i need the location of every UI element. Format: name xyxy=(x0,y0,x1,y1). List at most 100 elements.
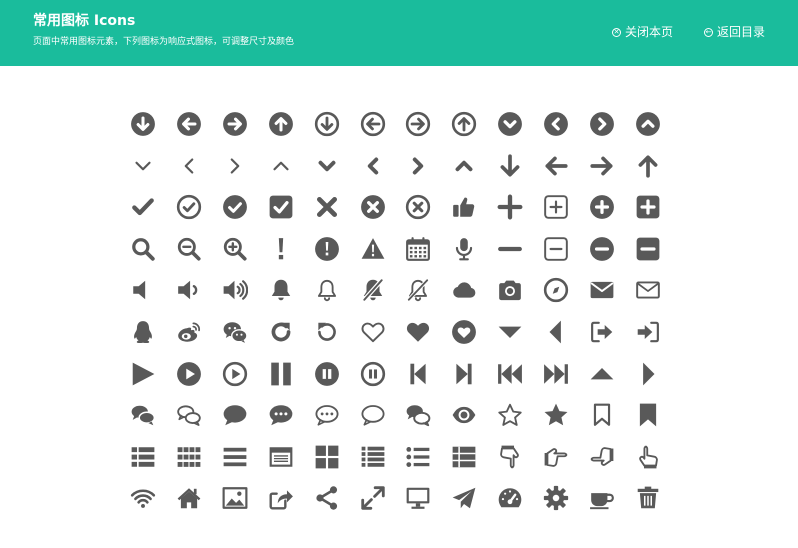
redo-icon[interactable] xyxy=(264,315,298,349)
caret-up-icon[interactable] xyxy=(585,357,619,391)
minus-square-outline-icon[interactable] xyxy=(539,232,573,266)
list-alt-icon[interactable] xyxy=(356,440,390,474)
times-icon[interactable] xyxy=(310,190,344,224)
bell-slash-outline-icon[interactable] xyxy=(401,273,435,307)
caret-left-icon[interactable] xyxy=(539,315,573,349)
step-backward-icon[interactable] xyxy=(401,357,435,391)
desktop-icon[interactable] xyxy=(401,481,435,515)
step-forward-icon[interactable] xyxy=(447,357,481,391)
share-square-icon[interactable] xyxy=(264,481,298,515)
plus-square-icon[interactable] xyxy=(631,190,665,224)
calendar-icon[interactable] xyxy=(401,232,435,266)
exclamation-triangle-icon[interactable] xyxy=(356,232,390,266)
hand-right-icon[interactable] xyxy=(539,440,573,474)
list-icon[interactable] xyxy=(126,440,160,474)
zoom-in-icon[interactable] xyxy=(218,232,252,266)
plus-circle-icon[interactable] xyxy=(585,190,619,224)
browser-icon[interactable] xyxy=(264,440,298,474)
arrow-right-circle-outline-icon[interactable] xyxy=(401,107,435,141)
comments-alt-icon[interactable] xyxy=(401,398,435,432)
pause-circle-icon[interactable] xyxy=(310,357,344,391)
arrow-left-icon[interactable] xyxy=(539,149,573,183)
grid-list-icon[interactable] xyxy=(172,440,206,474)
exclamation-icon[interactable] xyxy=(264,232,298,266)
trash-icon[interactable] xyxy=(631,481,665,515)
pause-icon[interactable] xyxy=(264,357,298,391)
bookmark-icon[interactable] xyxy=(631,398,665,432)
volume-off-icon[interactable] xyxy=(126,273,160,307)
chevron-left-circle-icon[interactable] xyxy=(539,107,573,141)
bookmark-outline-icon[interactable] xyxy=(585,398,619,432)
envelope-icon[interactable] xyxy=(585,273,619,307)
arrow-up-circle-icon[interactable] xyxy=(264,107,298,141)
comment-icon[interactable] xyxy=(218,398,252,432)
plus-square-outline-icon[interactable] xyxy=(539,190,573,224)
weibo-icon[interactable] xyxy=(172,315,206,349)
volume-down-icon[interactable] xyxy=(172,273,206,307)
home-icon[interactable] xyxy=(172,481,206,515)
fast-backward-icon[interactable] xyxy=(493,357,527,391)
list-ul-icon[interactable] xyxy=(401,440,435,474)
bell-slash-icon[interactable] xyxy=(356,273,390,307)
cloud-icon[interactable] xyxy=(447,273,481,307)
image-icon[interactable] xyxy=(218,481,252,515)
eye-icon[interactable] xyxy=(447,398,481,432)
caret-down-icon[interactable] xyxy=(493,315,527,349)
th-list-icon[interactable] xyxy=(447,440,481,474)
comments-outline-icon[interactable] xyxy=(172,398,206,432)
coffee-icon[interactable] xyxy=(585,481,619,515)
wechat-icon[interactable] xyxy=(218,315,252,349)
chevron-right-bold-icon[interactable] xyxy=(401,149,435,183)
compass-icon[interactable] xyxy=(539,273,573,307)
search-icon[interactable] xyxy=(126,232,160,266)
back-to-index-button[interactable]: ← 返回目录 xyxy=(704,24,765,40)
wifi-icon[interactable] xyxy=(126,481,160,515)
chevron-down-icon[interactable] xyxy=(126,149,160,183)
th-large-icon[interactable] xyxy=(310,440,344,474)
chevron-right-icon[interactable] xyxy=(218,149,252,183)
hand-down-icon[interactable] xyxy=(493,440,527,474)
caret-right-icon[interactable] xyxy=(631,357,665,391)
chevron-down-bold-icon[interactable] xyxy=(310,149,344,183)
arrow-down-circle-outline-icon[interactable] xyxy=(310,107,344,141)
chevron-up-icon[interactable] xyxy=(264,149,298,183)
undo-icon[interactable] xyxy=(310,315,344,349)
heart-icon[interactable] xyxy=(401,315,435,349)
comment-dots-icon[interactable] xyxy=(264,398,298,432)
heart-circle-icon[interactable] xyxy=(447,315,481,349)
minus-circle-icon[interactable] xyxy=(585,232,619,266)
times-circle-outline-icon[interactable] xyxy=(401,190,435,224)
comment-dots-outline-icon[interactable] xyxy=(310,398,344,432)
envelope-outline-icon[interactable] xyxy=(631,273,665,307)
volume-up-icon[interactable] xyxy=(218,273,252,307)
play-circle-outline-icon[interactable] xyxy=(218,357,252,391)
fast-forward-icon[interactable] xyxy=(539,357,573,391)
microphone-icon[interactable] xyxy=(447,232,481,266)
arrow-up-circle-outline-icon[interactable] xyxy=(447,107,481,141)
exclamation-circle-icon[interactable] xyxy=(310,232,344,266)
heart-outline-icon[interactable] xyxy=(356,315,390,349)
check-circle-outline-icon[interactable] xyxy=(172,190,206,224)
arrow-down-icon[interactable] xyxy=(493,149,527,183)
qq-icon[interactable] xyxy=(126,315,160,349)
plus-icon[interactable] xyxy=(493,190,527,224)
sign-in-icon[interactable] xyxy=(631,315,665,349)
expand-icon[interactable] xyxy=(356,481,390,515)
check-circle-icon[interactable] xyxy=(218,190,252,224)
arrow-right-icon[interactable] xyxy=(585,149,619,183)
close-page-button[interactable]: ✕ 关闭本页 xyxy=(612,24,673,40)
zoom-out-icon[interactable] xyxy=(172,232,206,266)
check-square-icon[interactable] xyxy=(264,190,298,224)
share-alt-icon[interactable] xyxy=(310,481,344,515)
times-circle-icon[interactable] xyxy=(356,190,390,224)
hand-left-icon[interactable] xyxy=(585,440,619,474)
arrow-left-circle-icon[interactable] xyxy=(172,107,206,141)
comments-icon[interactable] xyxy=(126,398,160,432)
hand-up-icon[interactable] xyxy=(631,440,665,474)
chevron-up-bold-icon[interactable] xyxy=(447,149,481,183)
play-icon[interactable] xyxy=(126,357,160,391)
sign-out-icon[interactable] xyxy=(585,315,619,349)
arrow-left-circle-outline-icon[interactable] xyxy=(356,107,390,141)
chevron-down-circle-icon[interactable] xyxy=(493,107,527,141)
chevron-left-bold-icon[interactable] xyxy=(356,149,390,183)
